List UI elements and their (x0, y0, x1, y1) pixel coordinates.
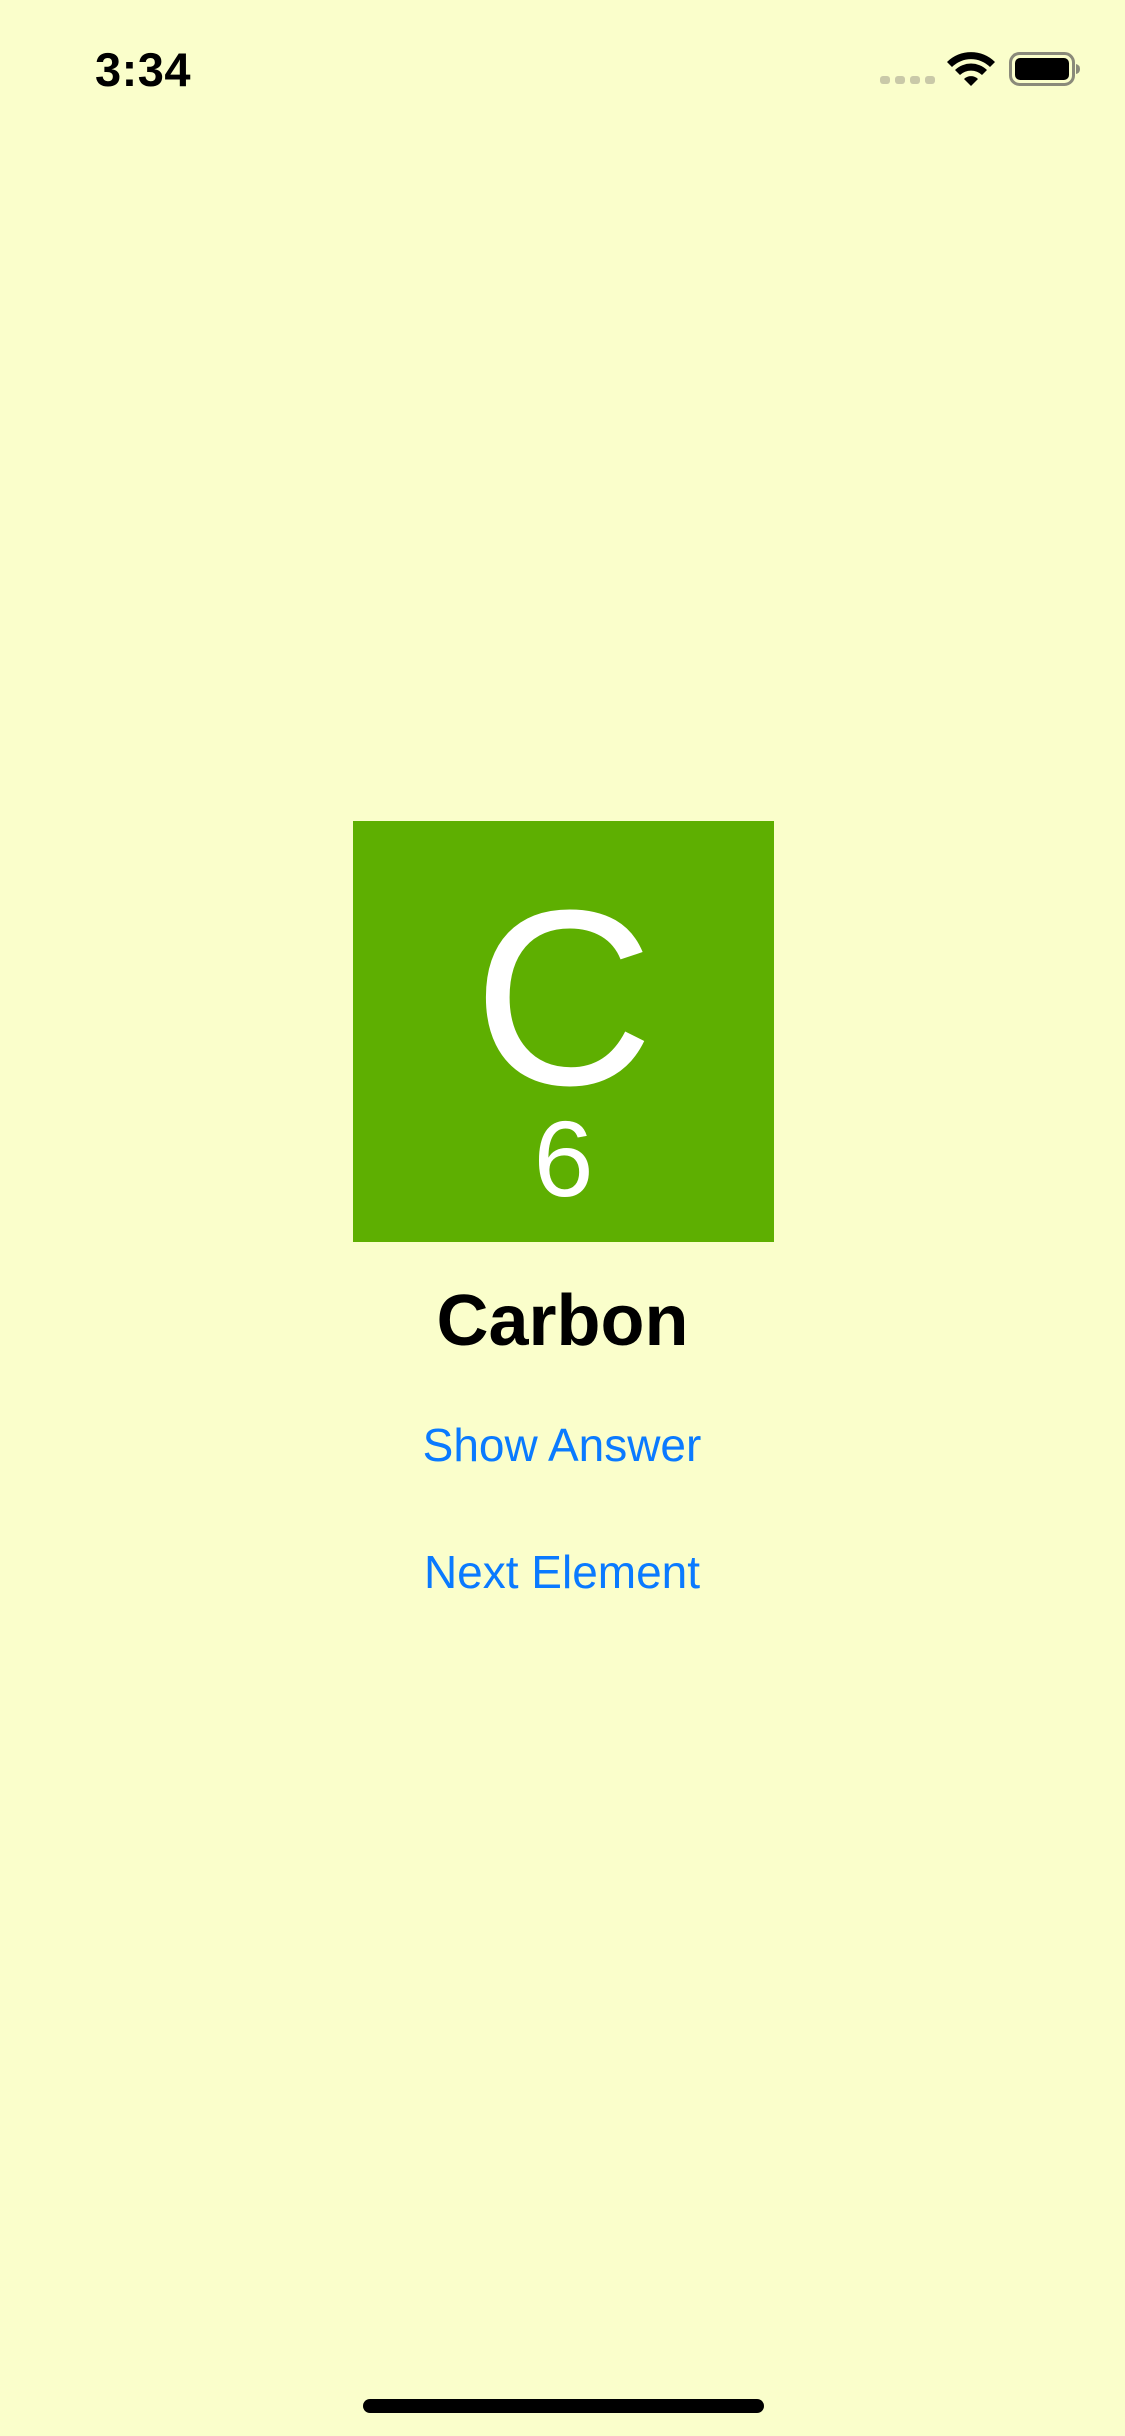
status-bar: 3:34 (0, 0, 1125, 140)
element-name: Carbon (436, 1281, 689, 1361)
element-tile: C 6 (353, 821, 774, 1242)
wifi-icon (947, 52, 995, 86)
home-indicator[interactable] (363, 2399, 764, 2413)
show-answer-button[interactable]: Show Answer (362, 1415, 762, 1475)
signal-icon (880, 76, 935, 84)
next-element-button[interactable]: Next Element (362, 1542, 762, 1602)
battery-icon (1009, 52, 1080, 86)
status-time: 3:34 (95, 43, 192, 96)
atomic-number: 6 (533, 1098, 594, 1219)
element-symbol: C (473, 858, 654, 1137)
